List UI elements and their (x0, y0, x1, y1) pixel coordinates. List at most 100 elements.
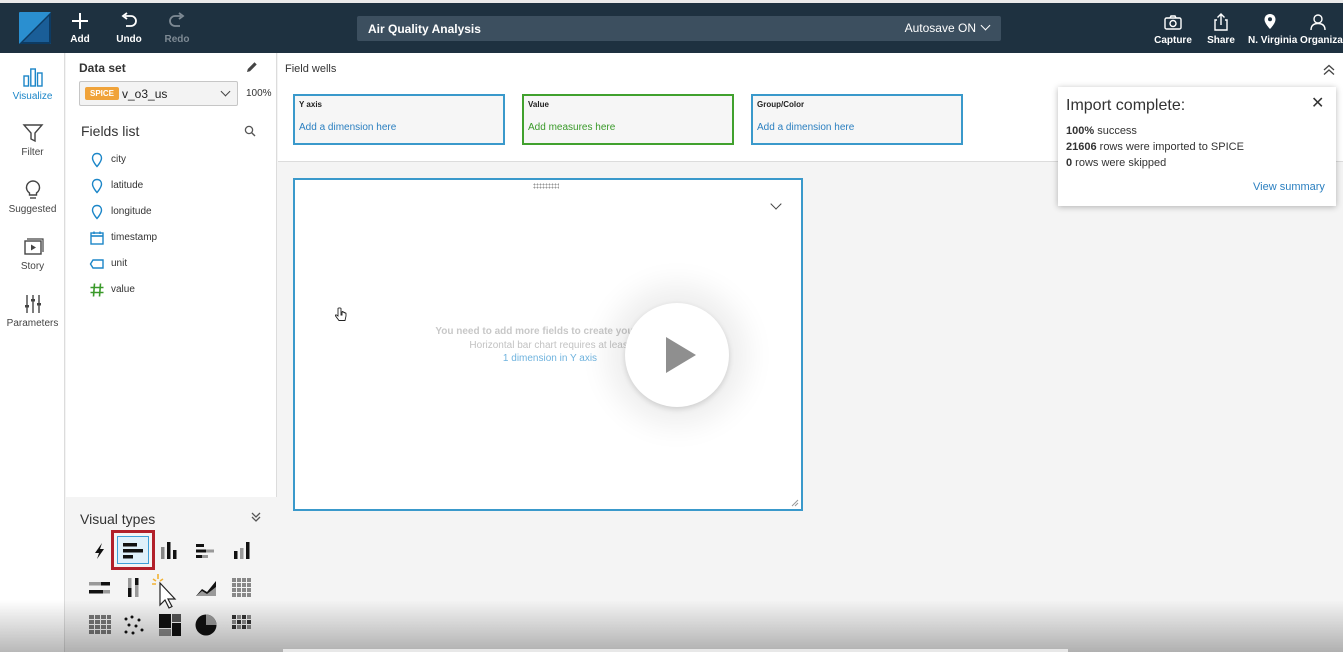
chevron-down-icon[interactable] (770, 198, 782, 210)
scatter-plot-icon (124, 615, 144, 635)
account-label[interactable]: N. Virginia Organiza... (1248, 35, 1343, 46)
visual-type-vertical-bar[interactable] (156, 537, 184, 565)
share-label: Share (1207, 35, 1235, 46)
visual-type-horizontal-100-bar[interactable] (86, 574, 114, 602)
area-chart-icon (196, 581, 216, 596)
visual-types-title: Visual types (80, 511, 156, 527)
dataset-select[interactable]: SPICE v_o3_us (79, 81, 238, 106)
close-icon[interactable]: ✕ (1311, 96, 1324, 112)
lightbulb-icon (25, 180, 40, 199)
quicksight-logo[interactable] (19, 12, 51, 44)
field-wells-title: Field wells (285, 63, 337, 75)
map-pin-icon (1264, 14, 1276, 29)
geo-pin-icon (91, 178, 103, 194)
calendar-icon (90, 231, 104, 245)
field-name: timestamp (111, 232, 158, 243)
rail-item-visualize[interactable]: Visualize (0, 65, 65, 102)
visual-type-heat-map[interactable] (228, 611, 256, 639)
region-selector[interactable] (1248, 12, 1292, 32)
user-profile-button[interactable] (1303, 12, 1333, 32)
import-complete-notification: Import complete: ✕ 100% success 21606 ro… (1058, 87, 1336, 206)
left-navigation-rail: Visualize Filter Suggested Story Paramet… (0, 53, 65, 652)
percent-column-chart-icon (128, 578, 139, 597)
well-title: Y axis (299, 100, 322, 109)
search-icon[interactable] (244, 125, 256, 137)
string-tag-icon (89, 259, 104, 269)
plus-icon (55, 10, 105, 32)
grid-table-icon (232, 578, 251, 597)
well-placeholder: Add a dimension here (757, 122, 855, 133)
field-name: value (111, 284, 135, 295)
well-group-color[interactable]: Group/Color Add a dimension here (751, 94, 963, 145)
spice-capacity-percent: 100% (246, 88, 272, 99)
field-name: longitude (111, 206, 152, 217)
chevron-down-icon (220, 86, 231, 97)
visual-type-area[interactable] (192, 574, 220, 602)
camera-icon (1164, 15, 1182, 30)
visual-type-pie[interactable] (192, 611, 220, 639)
undo-button[interactable]: Undo (104, 10, 154, 48)
visual-type-table[interactable] (86, 611, 114, 639)
capture-label: Capture (1154, 35, 1192, 46)
visual-type-autograph[interactable] (86, 537, 114, 565)
well-value[interactable]: Value Add measures here (522, 94, 734, 145)
pencil-icon[interactable] (245, 60, 259, 74)
bar-chart-icon (22, 68, 43, 87)
analysis-title-bar: Air Quality Analysis Autosave ON (357, 16, 1001, 41)
quicksight-analysis-app: Add Undo Redo Air Quality Analysis Autos… (0, 0, 1343, 652)
empty-visual-card[interactable]: You need to add more fields to create yo… (293, 178, 803, 511)
add-label: Add (70, 34, 90, 45)
add-button[interactable]: Add (55, 10, 105, 48)
sliders-icon (24, 295, 41, 313)
view-summary-link[interactable]: View summary (1253, 181, 1325, 193)
rail-item-story[interactable]: Story (0, 235, 65, 272)
dataset-name: v_o3_us (122, 87, 168, 101)
visual-type-horizontal-stacked-bar[interactable] (192, 537, 220, 565)
funnel-icon (21, 124, 44, 143)
autosave-toggle[interactable]: Autosave ON (905, 20, 991, 35)
double-chevron-down-icon[interactable] (250, 511, 262, 523)
capture-button[interactable]: Capture (1152, 12, 1194, 46)
well-y-axis[interactable]: Y axis Add a dimension here (293, 94, 505, 145)
mouse-pointer-icon (152, 574, 177, 609)
well-placeholder: Add a dimension here (299, 122, 397, 133)
play-icon (666, 337, 696, 373)
rail-item-suggested[interactable]: Suggested (0, 178, 65, 215)
visual-type-vertical-100-bar[interactable] (120, 574, 148, 602)
import-success-line: 100% success (1066, 125, 1137, 137)
visual-type-selected-highlight (117, 536, 149, 564)
video-play-button[interactable] (625, 303, 729, 407)
geo-pin-icon (91, 152, 103, 168)
stacked-column-chart-icon (234, 542, 250, 559)
hand-cursor-icon (334, 307, 347, 321)
well-title: Group/Color (757, 100, 805, 109)
visual-type-horizontal-bar-selected[interactable] (111, 530, 155, 570)
rows-imported-count: 21606 (1066, 141, 1097, 153)
visual-type-scatter[interactable] (120, 611, 148, 639)
rail-label-parameters: Parameters (6, 318, 59, 329)
rail-label-filter: Filter (21, 147, 44, 158)
user-icon (1310, 14, 1326, 31)
resize-grip-icon[interactable] (791, 499, 799, 507)
rail-label-suggested: Suggested (8, 204, 57, 215)
analysis-title[interactable]: Air Quality Analysis (368, 22, 481, 36)
stacked-bar-chart-icon (196, 544, 214, 558)
share-icon (1214, 13, 1228, 31)
drag-handle[interactable] (533, 183, 559, 189)
visual-type-tree-map[interactable] (156, 611, 184, 639)
rail-item-parameters[interactable]: Parameters (0, 292, 65, 329)
undo-icon (104, 10, 154, 32)
rail-item-filter[interactable]: Filter (0, 121, 65, 158)
well-title: Value (528, 100, 549, 109)
share-button[interactable]: Share (1202, 12, 1240, 46)
redo-button[interactable]: Redo (152, 10, 202, 48)
well-placeholder: Add measures here (528, 122, 616, 133)
pie-chart-icon (195, 614, 217, 636)
visual-type-pivot-table[interactable] (228, 574, 256, 602)
table-icon (89, 615, 111, 634)
spice-badge: SPICE (85, 87, 120, 100)
double-chevron-up-icon[interactable] (1322, 64, 1336, 76)
visual-type-vertical-stacked-bar[interactable] (228, 537, 256, 565)
empty-visual-message: You need to add more fields to create yo… (435, 326, 665, 337)
rows-skipped-text: rows were skipped (1072, 157, 1167, 169)
